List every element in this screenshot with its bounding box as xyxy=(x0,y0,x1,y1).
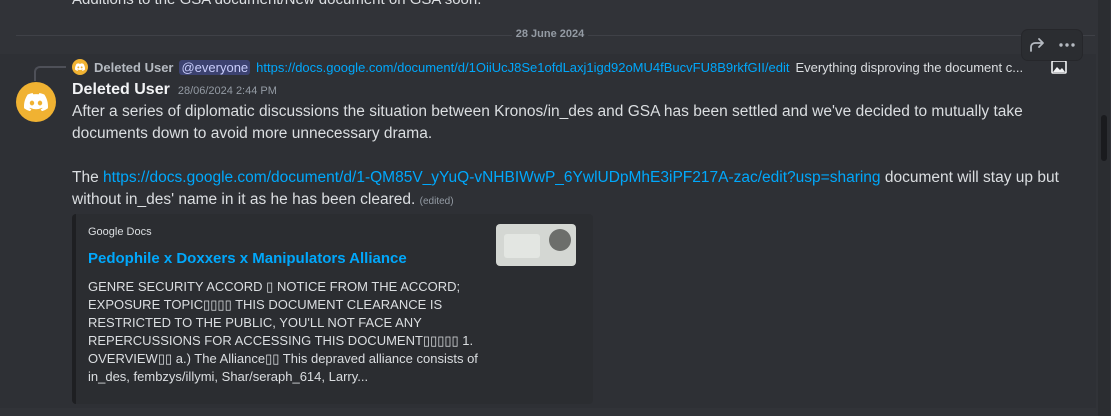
message-toolbar xyxy=(1022,30,1082,60)
embed-title[interactable]: Pedophile x Doxxers x Manipulators Allia… xyxy=(88,250,407,267)
previous-message-text: Additions to the GSA document/New docume… xyxy=(72,0,481,8)
embed-thumbnail[interactable] xyxy=(496,224,576,266)
username[interactable]: Deleted User xyxy=(72,81,170,99)
paragraph-text: The xyxy=(72,169,104,186)
discord-logo-icon xyxy=(24,93,48,111)
date-divider: 28 June 2024 xyxy=(0,28,1100,40)
reply-link[interactable]: https://docs.google.com/document/d/1OiiU… xyxy=(256,60,789,75)
reply-spine xyxy=(34,66,66,81)
bottom-edge xyxy=(0,408,1098,416)
forward-icon xyxy=(1030,38,1044,52)
reply-preview[interactable]: Deleted User @everyone https://docs.goog… xyxy=(72,58,1067,76)
more-options-button[interactable] xyxy=(1055,33,1079,57)
link-embed: Google Docs Pedophile x Doxxers x Manipu… xyxy=(72,214,593,404)
scrollbar-track[interactable] xyxy=(1098,0,1110,416)
embed-provider: Google Docs xyxy=(88,226,152,238)
image-icon xyxy=(1051,60,1067,74)
avatar[interactable] xyxy=(16,82,56,122)
message-paragraph: After a series of diplomatic discussions… xyxy=(72,103,1023,142)
timestamp[interactable]: 28/06/2024 2:44 PM xyxy=(178,85,277,97)
message-paragraph: The https://docs.google.com/document/d/1… xyxy=(72,167,1062,213)
message-content: After a series of diplomatic discussions… xyxy=(72,101,1062,213)
scrollbar-thumb[interactable] xyxy=(1101,115,1107,161)
more-options-icon xyxy=(1059,43,1075,47)
date-divider-label: 28 June 2024 xyxy=(511,28,589,40)
document-link[interactable]: https://docs.google.com/document/d/1-QM8… xyxy=(103,169,881,186)
reply-text[interactable]: Everything disproving the document c... xyxy=(795,60,1045,75)
thumbnail-circle xyxy=(549,229,571,251)
thumbnail-shape xyxy=(504,234,540,258)
embed-description: GENRE SECURITY ACCORD ▯ NOTICE FROM THE … xyxy=(88,279,478,384)
reply-author[interactable]: Deleted User xyxy=(94,60,173,75)
reply-avatar[interactable] xyxy=(72,59,88,75)
forward-button[interactable] xyxy=(1025,33,1049,57)
discord-logo-icon xyxy=(75,63,85,71)
message-header: Deleted User 28/06/2024 2:44 PM xyxy=(72,81,277,99)
mention-everyone[interactable]: @everyone xyxy=(179,59,251,75)
edited-label[interactable]: (edited) xyxy=(420,196,454,207)
